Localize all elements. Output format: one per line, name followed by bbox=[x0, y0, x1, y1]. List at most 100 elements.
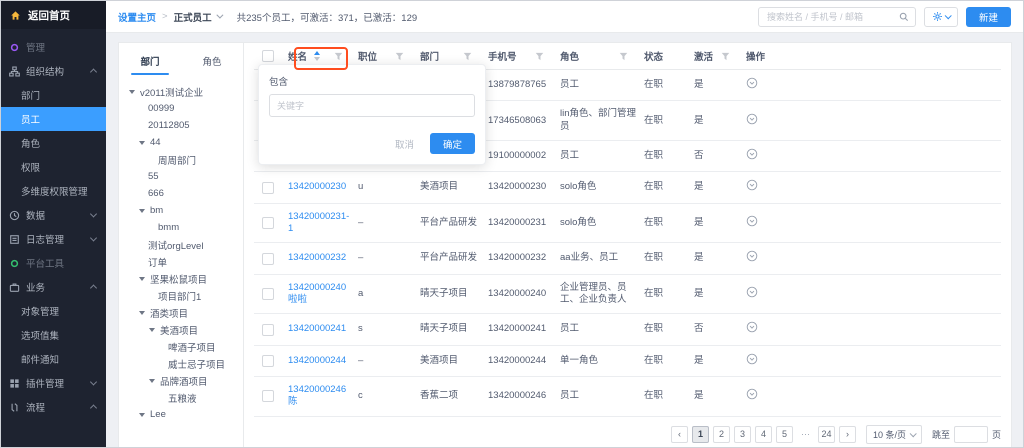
tree-expand-caret-icon[interactable] bbox=[129, 90, 135, 94]
page-button-2[interactable]: 2 bbox=[713, 426, 730, 443]
tree-expand-caret-icon[interactable] bbox=[139, 141, 145, 145]
breadcrumb-current[interactable]: 正式员工 bbox=[174, 10, 212, 24]
select-all-checkbox[interactable] bbox=[262, 50, 274, 62]
row-actions-button[interactable] bbox=[746, 148, 758, 160]
filter-funnel-icon[interactable] bbox=[334, 52, 343, 61]
sidebar-item-employee[interactable]: 员工 bbox=[1, 107, 106, 131]
tree-node[interactable]: 周周部门 bbox=[123, 151, 239, 168]
row-actions-button[interactable] bbox=[746, 113, 758, 125]
tree-node[interactable]: 酒类项目 bbox=[123, 304, 239, 321]
tree-node[interactable]: 五粮液 bbox=[123, 389, 239, 406]
last-page-button[interactable]: 24 bbox=[818, 426, 835, 443]
tree-expand-caret-icon[interactable] bbox=[149, 379, 155, 383]
tree-expand-caret-icon[interactable] bbox=[139, 209, 145, 213]
cell-name[interactable]: 13420000230 bbox=[288, 174, 358, 200]
sidebar-item-manage[interactable]: 管理 bbox=[1, 35, 106, 59]
row-actions-button[interactable] bbox=[746, 388, 758, 400]
filter-funnel-icon[interactable] bbox=[463, 52, 472, 61]
row-actions-button[interactable] bbox=[746, 286, 758, 298]
tree-node[interactable]: bm bbox=[123, 202, 239, 219]
search-input[interactable] bbox=[765, 11, 899, 23]
tree-node[interactable]: 666 bbox=[123, 185, 239, 202]
filter-keyword-input[interactable] bbox=[269, 94, 475, 117]
tree-node[interactable]: 44 bbox=[123, 134, 239, 151]
row-actions-button[interactable] bbox=[746, 250, 758, 262]
sort-icon[interactable] bbox=[314, 51, 320, 61]
filter-funnel-icon[interactable] bbox=[619, 52, 628, 61]
sidebar-item-permission[interactable]: 权限 bbox=[1, 155, 106, 179]
sidebar-item-object-manage[interactable]: 对象管理 bbox=[1, 299, 106, 323]
tree-node[interactable]: 美酒项目 bbox=[123, 321, 239, 338]
sidebar-item-data[interactable]: 数据 bbox=[1, 203, 106, 227]
sidebar-item-org-structure[interactable]: 组织结构 bbox=[1, 59, 106, 83]
page-button-5[interactable]: 5 bbox=[776, 426, 793, 443]
row-actions-button[interactable] bbox=[746, 179, 758, 191]
cell-name[interactable]: 13420000231-1 bbox=[288, 204, 358, 243]
sidebar-item-mail-notify[interactable]: 邮件通知 bbox=[1, 347, 106, 371]
search-box[interactable] bbox=[758, 7, 916, 27]
filter-funnel-icon[interactable] bbox=[395, 52, 404, 61]
tree-node[interactable]: 啤酒子项目 bbox=[123, 338, 239, 355]
cell-name[interactable]: 13420000244 bbox=[288, 348, 358, 374]
tree-expand-caret-icon[interactable] bbox=[149, 328, 155, 332]
filter-cancel-button[interactable]: 取消 bbox=[389, 136, 420, 152]
tree-node[interactable]: 项目部门1 bbox=[123, 287, 239, 304]
tree-node[interactable]: Lee bbox=[123, 406, 239, 423]
sidebar-item-platform-tools[interactable]: 平台工具 bbox=[1, 251, 106, 275]
sidebar-item-process[interactable]: 流程 bbox=[1, 395, 106, 419]
back-home[interactable]: 返回首页 bbox=[1, 1, 106, 29]
tree-node[interactable]: 品牌酒项目 bbox=[123, 372, 239, 389]
sidebar-item-business[interactable]: 业务 bbox=[1, 275, 106, 299]
row-actions-button[interactable] bbox=[746, 77, 758, 89]
tree-node[interactable]: 55 bbox=[123, 168, 239, 185]
row-actions-button[interactable] bbox=[746, 215, 758, 227]
row-checkbox[interactable] bbox=[262, 253, 274, 265]
row-actions-button[interactable] bbox=[746, 321, 758, 333]
cell-name[interactable]: 13420000246陈 bbox=[288, 377, 358, 416]
tree-expand-caret-icon[interactable] bbox=[139, 277, 145, 281]
row-checkbox[interactable] bbox=[262, 217, 274, 229]
row-checkbox[interactable] bbox=[262, 390, 274, 402]
sidebar-item-role[interactable]: 角色 bbox=[1, 131, 106, 155]
page-size-select[interactable]: 10 条/页 bbox=[866, 425, 922, 444]
cell-name[interactable]: 13420000232 bbox=[288, 245, 358, 271]
tree-expand-caret-icon[interactable] bbox=[139, 311, 145, 315]
tree-tab-角色[interactable]: 角色 bbox=[181, 47, 243, 75]
cell-name[interactable]: 13420000240啦啦 bbox=[288, 275, 358, 314]
filter-confirm-button[interactable]: 确定 bbox=[430, 133, 475, 154]
tree-node[interactable]: 测试orgLevel bbox=[123, 236, 239, 253]
breadcrumb-settings-home[interactable]: 设置主页 bbox=[118, 10, 156, 24]
tree-node[interactable]: bmm bbox=[123, 219, 239, 236]
row-actions-button[interactable] bbox=[746, 353, 758, 365]
row-checkbox[interactable] bbox=[262, 355, 274, 367]
page-button-3[interactable]: 3 bbox=[734, 426, 751, 443]
sidebar-item-department[interactable]: 部门 bbox=[1, 83, 106, 107]
cell-name[interactable]: 13420000241 bbox=[288, 316, 358, 342]
tree-expand-caret-icon[interactable] bbox=[139, 413, 145, 417]
tree-node[interactable]: 订单 bbox=[123, 253, 239, 270]
page-button-1[interactable]: 1 bbox=[692, 426, 709, 443]
row-checkbox[interactable] bbox=[262, 288, 274, 300]
tree-node[interactable]: 坚果松鼠项目 bbox=[123, 270, 239, 287]
create-new-button[interactable]: 新建 bbox=[966, 7, 1011, 27]
tree-node[interactable]: v2011测试企业 bbox=[123, 83, 239, 100]
tree-node[interactable]: 00999 bbox=[123, 100, 239, 117]
sidebar-item-option-set[interactable]: 选项值集 bbox=[1, 323, 106, 347]
chevron-down-icon[interactable] bbox=[216, 12, 223, 19]
settings-gear-button[interactable] bbox=[924, 7, 958, 27]
filter-funnel-icon[interactable] bbox=[721, 52, 730, 61]
prev-page-button[interactable]: ‹ bbox=[671, 426, 688, 443]
row-checkbox[interactable] bbox=[262, 182, 274, 194]
tree-tab-部门[interactable]: 部门 bbox=[119, 47, 181, 75]
search-icon[interactable] bbox=[899, 12, 909, 22]
sidebar-item-plugin-manage[interactable]: 插件管理 bbox=[1, 371, 106, 395]
jump-page-input[interactable] bbox=[954, 426, 988, 443]
page-button-4[interactable]: 4 bbox=[755, 426, 772, 443]
tree-node[interactable]: 20112805 bbox=[123, 117, 239, 134]
row-checkbox[interactable] bbox=[262, 324, 274, 336]
sidebar-item-log-manage[interactable]: 日志管理 bbox=[1, 227, 106, 251]
next-page-button[interactable]: › bbox=[839, 426, 856, 443]
filter-funnel-icon[interactable] bbox=[535, 52, 544, 61]
sidebar-item-multi-dim-permission[interactable]: 多维度权限管理 bbox=[1, 179, 106, 203]
tree-node[interactable]: 威士忌子项目 bbox=[123, 355, 239, 372]
